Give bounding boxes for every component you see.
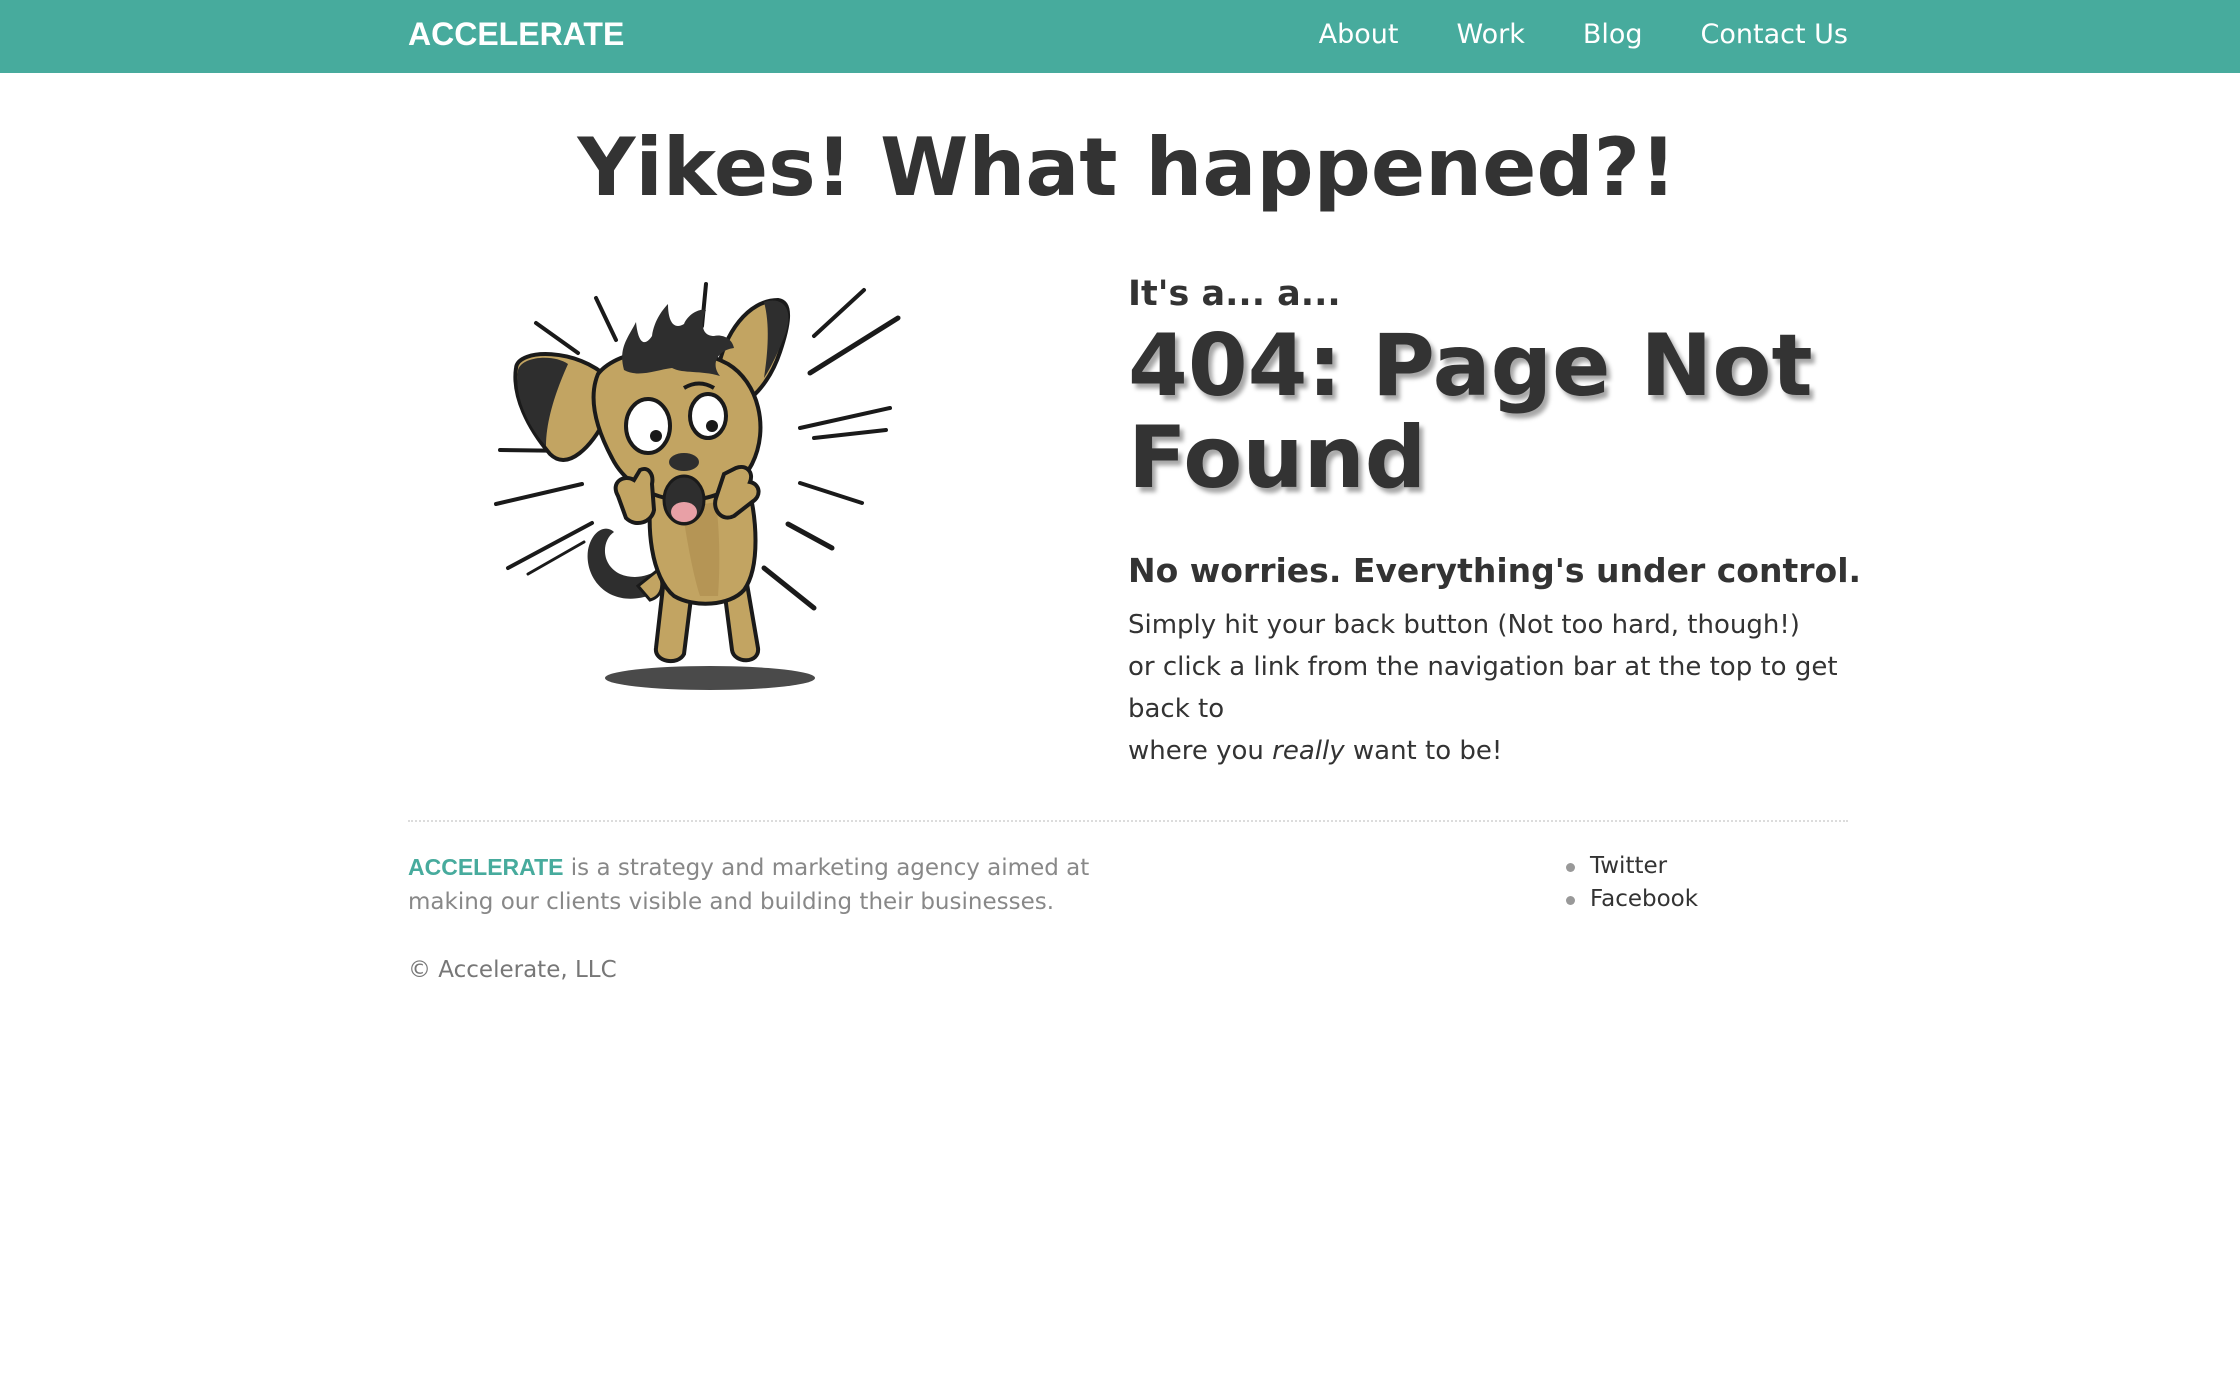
- nav-contact-link[interactable]: Contact Us: [1701, 16, 1848, 54]
- page-title: Yikes! What happened?!: [577, 121, 1677, 214]
- twitter-link[interactable]: Twitter: [1566, 850, 1698, 883]
- footer-brand: ACCELERATE: [408, 854, 564, 880]
- facebook-link-label: Facebook: [1590, 886, 1699, 912]
- footer-divider: [408, 820, 1848, 822]
- main-nav: About Work Blog Contact Us: [1261, 16, 1848, 54]
- startled-cartoon-dog-icon: [488, 278, 908, 698]
- bullet-icon: [1566, 896, 1575, 905]
- copyright: © Accelerate, LLC: [408, 957, 617, 983]
- nav-about-link[interactable]: About: [1319, 16, 1399, 54]
- nav-work-link[interactable]: Work: [1456, 16, 1524, 54]
- help-text-line-2: or click a link from the navigation bar …: [1128, 652, 1838, 724]
- error-heading: 404: Page Not Found: [1128, 316, 1813, 508]
- twitter-link-label: Twitter: [1590, 853, 1668, 879]
- help-text-line-3-end: want to be!: [1344, 736, 1503, 766]
- error-kicker: It's a... a...: [1128, 274, 1341, 314]
- reassurance-heading: No worries. Everything's under control.: [1128, 551, 1862, 590]
- site-header: ACCELERATE About Work Blog Contact Us: [0, 0, 2240, 73]
- help-text: Simply hit your back button (Not too har…: [1128, 604, 1888, 772]
- help-text-emphasis: really: [1272, 736, 1345, 766]
- bullet-icon: [1566, 863, 1575, 872]
- site-logo[interactable]: ACCELERATE: [408, 14, 624, 54]
- facebook-link[interactable]: Facebook: [1566, 883, 1698, 916]
- social-links: Twitter Facebook: [1566, 850, 1698, 916]
- help-text-line-3-start: where you: [1128, 736, 1273, 766]
- error-content: It's a... a... 404: Page Not Found No wo…: [1128, 268, 1888, 772]
- nav-blog-link[interactable]: Blog: [1583, 16, 1643, 54]
- help-text-line-1: Simply hit your back button (Not too har…: [1128, 610, 1800, 640]
- footer-about: ACCELERATE is a strategy and marketing a…: [408, 850, 1148, 919]
